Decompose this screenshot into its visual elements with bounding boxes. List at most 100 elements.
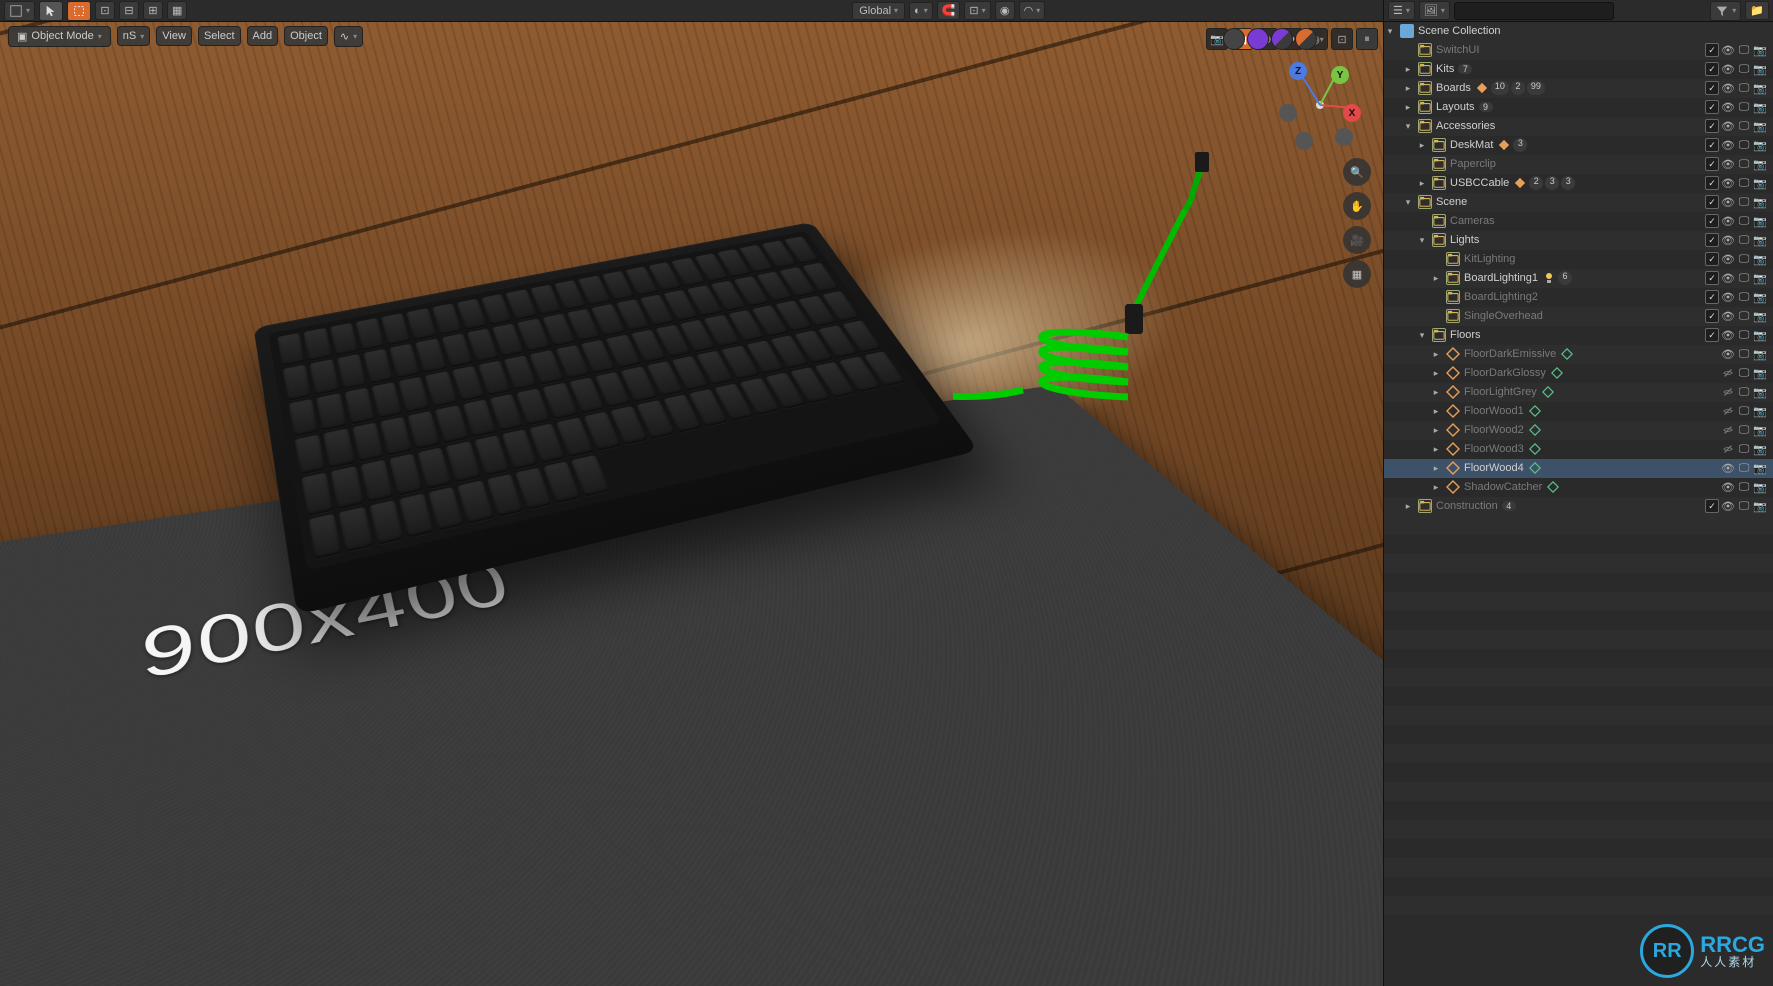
eye-toggle[interactable]: 👁 xyxy=(1721,119,1735,133)
cam-toggle[interactable]: 📷 xyxy=(1753,176,1767,190)
outliner-row-cameras[interactable]: Cameras👁🖵📷 xyxy=(1384,212,1773,231)
cam-toggle[interactable]: 📷 xyxy=(1753,404,1767,418)
screen-toggle[interactable]: 🖵 xyxy=(1737,195,1751,209)
outliner-row-construction[interactable]: ▸Construction4👁🖵📷 xyxy=(1384,497,1773,516)
outliner-row-boardlighting1[interactable]: ▸BoardLighting16👁🖵📷 xyxy=(1384,269,1773,288)
screen-toggle[interactable]: 🖵 xyxy=(1737,233,1751,247)
eye-toggle[interactable]: 👁 xyxy=(1721,100,1735,114)
cam-toggle[interactable]: 📷 xyxy=(1753,119,1767,133)
eye-toggle[interactable]: 👁 xyxy=(1721,138,1735,152)
camera-view-icon[interactable]: 🎥 xyxy=(1343,226,1371,254)
outliner-row-floorwood3[interactable]: ▸FloorWood3🖵📷 xyxy=(1384,440,1773,459)
outliner-root-row[interactable]: ▾ Scene Collection xyxy=(1384,22,1773,41)
menu-more-dropdown[interactable]: ∿ ▾ xyxy=(334,26,363,47)
screen-toggle[interactable]: 🖵 xyxy=(1737,328,1751,342)
snap-vert-icon[interactable]: ⊡ xyxy=(95,1,115,20)
hide-toggle[interactable] xyxy=(1721,442,1735,456)
cam-toggle[interactable]: 📷 xyxy=(1753,442,1767,456)
exclude-checkbox[interactable] xyxy=(1705,309,1719,323)
screen-toggle[interactable]: 🖵 xyxy=(1737,461,1751,475)
disclose-icon[interactable]: ▸ xyxy=(1430,482,1442,493)
menu-add[interactable]: Add xyxy=(247,26,279,46)
outliner-row-boardlighting2[interactable]: BoardLighting2👁🖵📷 xyxy=(1384,288,1773,307)
gizmo-y-axis[interactable]: Y xyxy=(1331,66,1349,84)
outliner-filter-dropdown[interactable]: ▾ xyxy=(1710,1,1741,21)
cam-toggle[interactable]: 📷 xyxy=(1753,81,1767,95)
cam-toggle[interactable]: 📷 xyxy=(1753,195,1767,209)
exclude-checkbox[interactable] xyxy=(1705,119,1719,133)
cam-toggle[interactable]: 📷 xyxy=(1753,157,1767,171)
screen-toggle[interactable]: 🖵 xyxy=(1737,119,1751,133)
outliner-row-kitlighting[interactable]: KitLighting👁🖵📷 xyxy=(1384,250,1773,269)
screen-toggle[interactable]: 🖵 xyxy=(1737,176,1751,190)
eye-toggle[interactable]: 👁 xyxy=(1721,62,1735,76)
screen-toggle[interactable]: 🖵 xyxy=(1737,499,1751,513)
menu-object[interactable]: Object xyxy=(284,26,328,46)
outliner-row-floordarkglossy[interactable]: ▸FloorDarkGlossy🖵📷 xyxy=(1384,364,1773,383)
eye-toggle[interactable]: 👁 xyxy=(1721,461,1735,475)
exclude-checkbox[interactable] xyxy=(1705,214,1719,228)
disclose-icon[interactable]: ▸ xyxy=(1402,83,1414,94)
outliner-row-switchui[interactable]: SwitchUI👁🖵📷 xyxy=(1384,41,1773,60)
screen-toggle[interactable]: 🖵 xyxy=(1737,442,1751,456)
disclose-icon[interactable]: ▾ xyxy=(1416,330,1428,341)
screen-toggle[interactable]: 🖵 xyxy=(1737,347,1751,361)
select-box-icon[interactable] xyxy=(67,1,91,21)
shading-solid[interactable] xyxy=(1247,28,1269,50)
exclude-checkbox[interactable] xyxy=(1705,157,1719,171)
cam-toggle[interactable]: 📷 xyxy=(1753,309,1767,323)
eye-toggle[interactable]: 👁 xyxy=(1721,290,1735,304)
cam-toggle[interactable]: 📷 xyxy=(1753,328,1767,342)
outliner-tree[interactable]: ▾ Scene Collection SwitchUI👁🖵📷▸Kits7👁🖵📷▸… xyxy=(1384,22,1773,986)
cam-toggle[interactable]: 📷 xyxy=(1753,233,1767,247)
exclude-checkbox[interactable] xyxy=(1705,233,1719,247)
eye-toggle[interactable]: 👁 xyxy=(1721,328,1735,342)
eye-toggle[interactable]: 👁 xyxy=(1721,309,1735,323)
disclose-icon[interactable]: ▸ xyxy=(1402,501,1414,512)
proportional-falloff-dropdown[interactable]: ◠▾ xyxy=(1019,1,1046,20)
screen-toggle[interactable]: 🖵 xyxy=(1737,62,1751,76)
eye-toggle[interactable]: 👁 xyxy=(1721,252,1735,266)
outliner-row-floorwood4[interactable]: ▸FloorWood4👁🖵📷 xyxy=(1384,459,1773,478)
mode-dropdown[interactable]: ▣ Object Mode ▾ xyxy=(8,26,111,47)
outliner-search-input[interactable] xyxy=(1454,2,1614,20)
disclose-icon[interactable]: ▸ xyxy=(1430,273,1442,284)
outliner-row-scene[interactable]: ▾Scene👁🖵📷 xyxy=(1384,193,1773,212)
eye-toggle[interactable]: 👁 xyxy=(1721,214,1735,228)
render-pause-button[interactable]: ⏸ xyxy=(1356,28,1378,50)
outliner-row-singleoverhead[interactable]: SingleOverhead👁🖵📷 xyxy=(1384,307,1773,326)
screen-toggle[interactable]: 🖵 xyxy=(1737,271,1751,285)
snap-grid-icon[interactable]: ▦ xyxy=(167,1,187,20)
snap-mode-dropdown[interactable]: ⊡▾ xyxy=(964,1,990,20)
viewport-3d[interactable]: 900x400 xyxy=(0,22,1383,986)
cam-toggle[interactable]: 📷 xyxy=(1753,385,1767,399)
orientation-dropdown[interactable]: Global ▾ xyxy=(852,2,905,20)
disclose-icon[interactable]: ▸ xyxy=(1402,64,1414,75)
eye-toggle[interactable]: 👁 xyxy=(1721,157,1735,171)
disclose-icon[interactable]: ▸ xyxy=(1430,425,1442,436)
disclose-icon[interactable]: ▸ xyxy=(1416,178,1428,189)
eye-toggle[interactable]: 👁 xyxy=(1721,195,1735,209)
disclose-icon[interactable]: ▾ xyxy=(1402,197,1414,208)
outliner-row-lights[interactable]: ▾Lights👁🖵📷 xyxy=(1384,231,1773,250)
exclude-checkbox[interactable] xyxy=(1705,100,1719,114)
pan-icon[interactable]: ✋ xyxy=(1343,192,1371,220)
exclude-checkbox[interactable] xyxy=(1705,138,1719,152)
outliner-row-floorlightgrey[interactable]: ▸FloorLightGrey🖵📷 xyxy=(1384,383,1773,402)
shading-material[interactable] xyxy=(1271,28,1293,50)
outliner-row-floors[interactable]: ▾Floors👁🖵📷 xyxy=(1384,326,1773,345)
outliner-row-paperclip[interactable]: Paperclip👁🖵📷 xyxy=(1384,155,1773,174)
screen-toggle[interactable]: 🖵 xyxy=(1737,480,1751,494)
hide-toggle[interactable] xyxy=(1721,423,1735,437)
outliner-row-shadowcatcher[interactable]: ▸ShadowCatcher👁🖵📷 xyxy=(1384,478,1773,497)
outliner-display-dropdown[interactable]: 🖼▾ xyxy=(1419,1,1450,20)
shading-rendered[interactable] xyxy=(1295,28,1317,50)
screen-toggle[interactable]: 🖵 xyxy=(1737,366,1751,380)
exclude-checkbox[interactable] xyxy=(1705,252,1719,266)
outliner-row-floordarkemissive[interactable]: ▸FloorDarkEmissive👁🖵📷 xyxy=(1384,345,1773,364)
gizmo-neg-z[interactable] xyxy=(1335,128,1353,146)
screen-toggle[interactable]: 🖵 xyxy=(1737,290,1751,304)
screen-toggle[interactable]: 🖵 xyxy=(1737,404,1751,418)
screen-toggle[interactable]: 🖵 xyxy=(1737,252,1751,266)
exclude-checkbox[interactable] xyxy=(1705,328,1719,342)
